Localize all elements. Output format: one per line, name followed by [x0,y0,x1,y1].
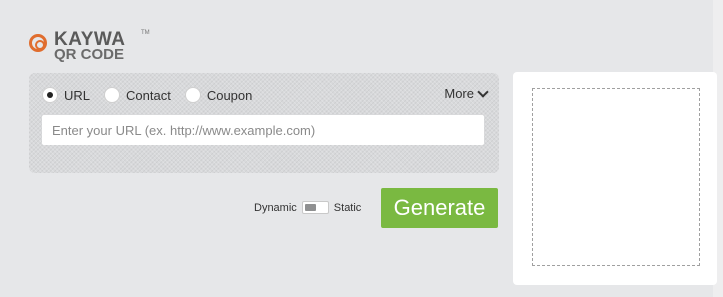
toggle-knob [304,204,316,211]
qr-form-panel: URL Contact Coupon More [29,73,499,173]
coupon-label: Coupon [206,87,253,103]
dynamic-label: Dynamic [254,201,297,214]
url-label: URL [64,87,91,103]
more-label: More [444,86,474,101]
url-radio[interactable] [42,87,58,103]
generate-button[interactable]: Generate [381,188,498,228]
kaywa-logo: KAYWA TM QR CODE [29,30,169,66]
chevron-down-icon [477,86,489,98]
qr-generator-page: KAYWA TM QR CODE URL Contact Coupon More [0,0,723,297]
coupon-radio[interactable] [184,87,201,103]
contact-radio[interactable] [104,87,121,103]
static-label: Static [333,201,362,214]
dynamic-static-toggle[interactable] [301,201,329,214]
qr-preview-panel [513,72,717,285]
type-option-coupon[interactable]: Coupon [184,87,253,103]
url-input[interactable] [42,115,484,145]
more-types-dropdown[interactable]: More [444,86,489,101]
type-option-contact[interactable]: Contact [104,87,171,103]
logo-trademark: TM [141,30,150,36]
kaywa-logo-icon [29,34,47,52]
qr-type-selector: URL Contact Coupon [42,85,266,105]
type-option-url[interactable]: URL [42,87,90,103]
qr-code-placeholder [532,88,700,266]
contact-label: Contact [126,87,171,103]
dynamic-static-toggle-row: Dynamic Static [254,201,361,214]
logo-subtitle: QR CODE [54,46,125,63]
